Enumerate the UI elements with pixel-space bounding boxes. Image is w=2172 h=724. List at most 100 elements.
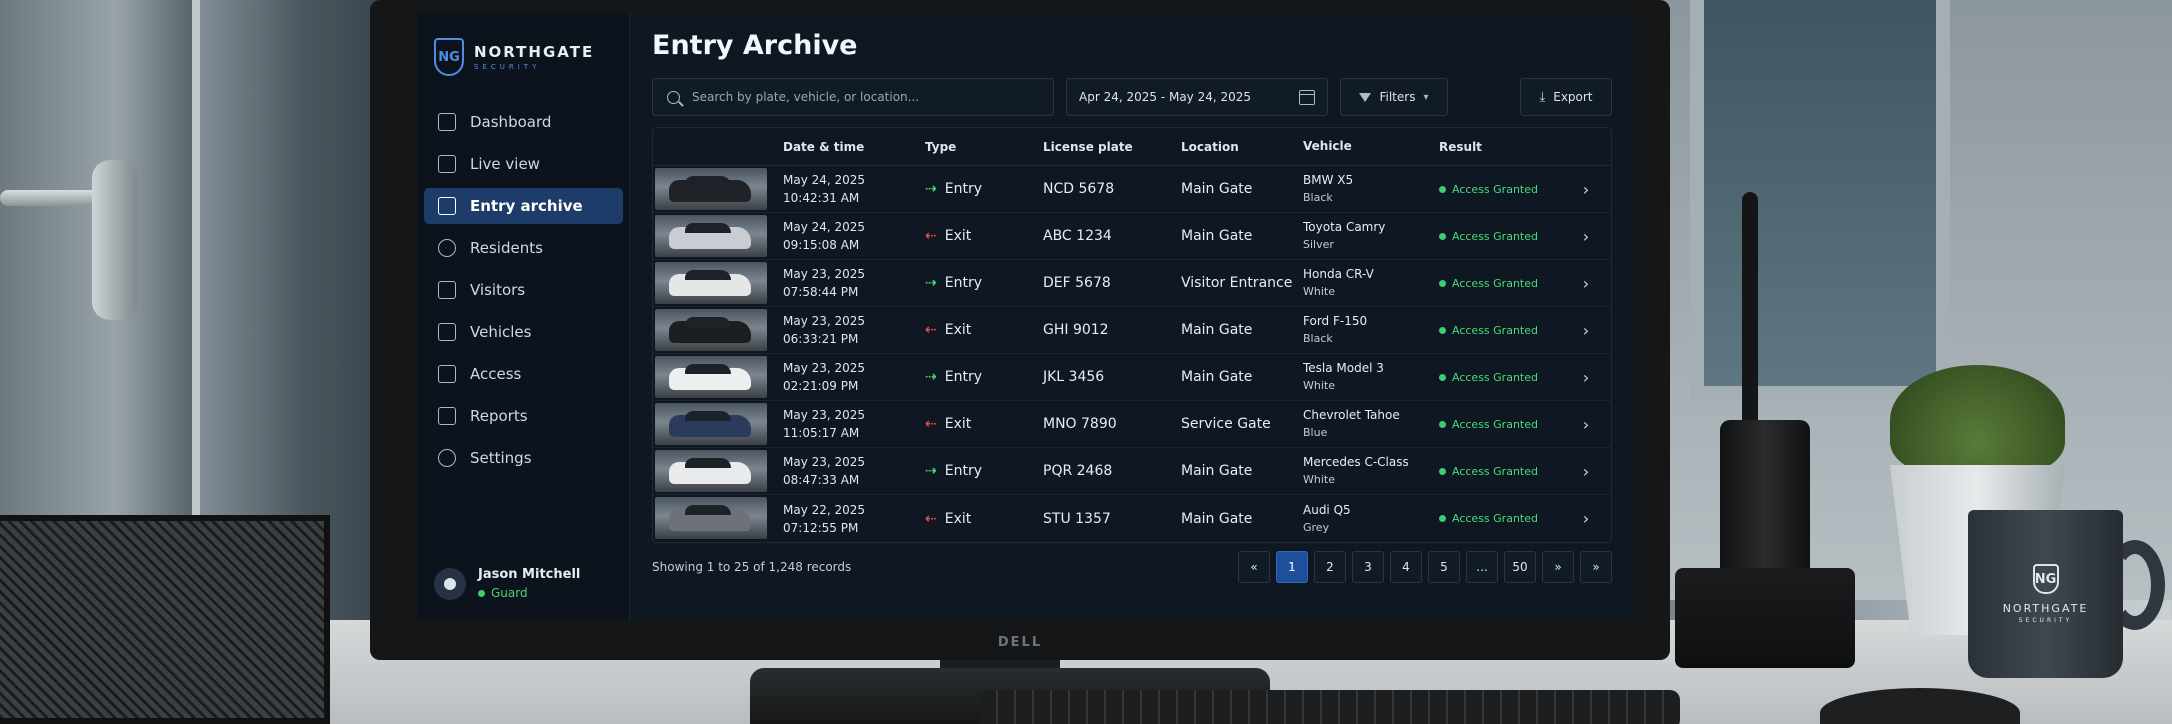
pagination-prev-button[interactable]: « — [1238, 551, 1270, 583]
entry-arrow-icon: ⇢ — [925, 275, 937, 291]
background-window — [1690, 0, 1950, 400]
license-plate: DEF 5678 — [1043, 275, 1111, 291]
pagination-page-3[interactable]: 3 — [1352, 551, 1384, 583]
sidebar-item-label: Live view — [470, 155, 540, 173]
pagination-page-5[interactable]: 5 — [1428, 551, 1460, 583]
page-title: Entry Archive — [652, 30, 858, 61]
exit-arrow-icon: ⇠ — [925, 228, 937, 244]
table-row[interactable]: May 22, 2025 07:12:55 PM ⇠ Exit STU 1357 Main… — [653, 495, 1611, 542]
header-result[interactable]: Result — [1439, 140, 1571, 154]
table-row[interactable]: May 23, 2025 06:33:21 PM ⇠ Exit GHI 9012 Main… — [653, 307, 1611, 354]
chevron-right-icon[interactable]: › — [1571, 274, 1601, 293]
entry-type: Exit — [944, 228, 972, 244]
mesh-tray — [0, 515, 330, 724]
entry-arrow-icon: ⇢ — [925, 369, 937, 385]
table-row[interactable]: May 24, 2025 10:42:31 AM ⇢ Entry NCD 5678 Mai… — [653, 166, 1611, 213]
vehicle-thumbnail[interactable] — [655, 497, 767, 539]
pagination-ellipsis: ... — [1466, 551, 1498, 583]
datetime-cell: May 23, 2025 11:05:17 AM — [771, 406, 925, 442]
table-row[interactable]: May 23, 2025 02:21:09 PM ⇢ Entry JKL 3456 Mai… — [653, 354, 1611, 401]
car-window — [685, 317, 731, 327]
chevron-right-icon[interactable]: › — [1571, 509, 1601, 528]
table-body: May 24, 2025 10:42:31 AM ⇢ Entry NCD 5678 Mai… — [653, 166, 1611, 542]
vehicle-cell: Audi Q5 Grey — [1303, 502, 1439, 536]
calendar-icon — [1299, 89, 1315, 105]
license-plate: ABC 1234 — [1043, 228, 1112, 244]
car-window — [685, 223, 731, 233]
sidebar-item-vehicles[interactable]: Vehicles — [424, 314, 623, 350]
header-vehicle[interactable]: Vehicle — [1303, 138, 1439, 155]
sidebar-item-settings[interactable]: Settings — [424, 440, 623, 476]
vehicle-color: White — [1303, 285, 1335, 298]
access-icon — [438, 365, 456, 383]
vehicle-thumbnail[interactable] — [655, 356, 767, 398]
search-input[interactable] — [692, 90, 1032, 104]
branded-mug: NG NORTHGATE SECURITY — [1968, 510, 2123, 678]
user-profile[interactable]: Jason Mitchell Guard — [434, 567, 580, 600]
date-range-picker[interactable]: Apr 24, 2025 - May 24, 2025 — [1066, 78, 1328, 116]
table-row[interactable]: May 23, 2025 08:47:33 AM ⇢ Entry PQR 2468 Mai… — [653, 448, 1611, 495]
sidebar-item-visitors[interactable]: Visitors — [424, 272, 623, 308]
pagination: «1 2 3 4 5... 50»» — [1238, 551, 1612, 583]
table-row[interactable]: May 24, 2025 09:15:08 AM ⇠ Exit ABC 1234 Main… — [653, 213, 1611, 260]
sidebar-item-live-view[interactable]: Live view — [424, 146, 623, 182]
shield-logo-icon: NG — [434, 38, 464, 76]
vehicle-thumbnail[interactable] — [655, 262, 767, 304]
sidebar-item-label: Visitors — [470, 281, 526, 299]
sidebar-item-access[interactable]: Access — [424, 356, 623, 392]
result-badge: Access Granted — [1439, 418, 1571, 431]
dashboard-icon — [438, 113, 456, 131]
pagination-last-button[interactable]: » — [1580, 551, 1612, 583]
license-plate: NCD 5678 — [1043, 181, 1115, 197]
entries-table: Date & time Type License plate Location … — [652, 127, 1612, 543]
status-dot — [1439, 515, 1446, 522]
header-location[interactable]: Location — [1181, 140, 1303, 154]
table-row[interactable]: May 23, 2025 07:58:44 PM ⇢ Entry DEF 5678 Vis… — [653, 260, 1611, 307]
pagination-page-4[interactable]: 4 — [1390, 551, 1422, 583]
search-box[interactable] — [652, 78, 1054, 116]
location: Main Gate — [1181, 463, 1253, 479]
vehicle-thumbnail[interactable] — [655, 309, 767, 351]
chevron-right-icon[interactable]: › — [1571, 368, 1601, 387]
exit-arrow-icon: ⇠ — [925, 416, 937, 432]
person-icon — [438, 239, 456, 257]
vehicle-thumbnail[interactable] — [655, 403, 767, 445]
chevron-right-icon[interactable]: › — [1571, 321, 1601, 340]
status-dot — [1439, 232, 1446, 240]
sidebar-item-reports[interactable]: Reports — [424, 398, 623, 434]
vehicle-cell: Honda CR-V White — [1303, 266, 1439, 300]
vehicle-thumbnail[interactable] — [655, 168, 767, 210]
export-button[interactable]: ⤓ Export — [1520, 78, 1612, 116]
entry-type: Entry — [944, 181, 982, 197]
header-type[interactable]: Type — [925, 140, 1043, 154]
chevron-right-icon[interactable]: › — [1571, 180, 1601, 199]
entry-time: 07:58:44 PM — [783, 285, 859, 299]
header-datetime[interactable]: Date & time — [771, 138, 925, 156]
type-cell: ⇢ Entry — [925, 181, 1043, 197]
filters-button[interactable]: Filters ▾ — [1340, 78, 1448, 116]
chevron-right-icon[interactable]: › — [1571, 462, 1601, 481]
walkie-talkie — [1720, 420, 1810, 590]
sidebar-item-residents[interactable]: Residents — [424, 230, 623, 266]
vehicle-thumbnail[interactable] — [655, 215, 767, 257]
chevron-right-icon[interactable]: › — [1571, 227, 1601, 246]
vehicle-thumbnail-cell — [653, 448, 771, 494]
datetime-cell: May 23, 2025 08:47:33 AM — [771, 453, 925, 489]
pagination-page-2[interactable]: 2 — [1314, 551, 1346, 583]
vehicle-color: Silver — [1303, 238, 1334, 251]
table-row[interactable]: May 23, 2025 11:05:17 AM ⇠ Exit MNO 7890 Serv… — [653, 401, 1611, 448]
sidebar-item-dashboard[interactable]: Dashboard — [424, 104, 623, 140]
keyboard — [980, 690, 1680, 724]
chevron-right-icon[interactable]: › — [1571, 415, 1601, 434]
sidebar-item-entry-archive[interactable]: Entry archive — [424, 188, 623, 224]
type-cell: ⇠ Exit — [925, 228, 1043, 244]
export-label: Export — [1553, 90, 1593, 104]
sidebar-item-label: Entry archive — [470, 197, 583, 215]
header-plate[interactable]: License plate — [1043, 140, 1181, 154]
pagination-next-button[interactable]: » — [1542, 551, 1574, 583]
pagination-page-50[interactable]: 50 — [1504, 551, 1536, 583]
vehicle-model: Honda CR-V — [1303, 267, 1374, 281]
vehicle-thumbnail[interactable] — [655, 450, 767, 492]
pagination-page-1[interactable]: 1 — [1276, 551, 1308, 583]
brand-logo[interactable]: NG NORTHGATE SECURITY — [418, 38, 629, 76]
